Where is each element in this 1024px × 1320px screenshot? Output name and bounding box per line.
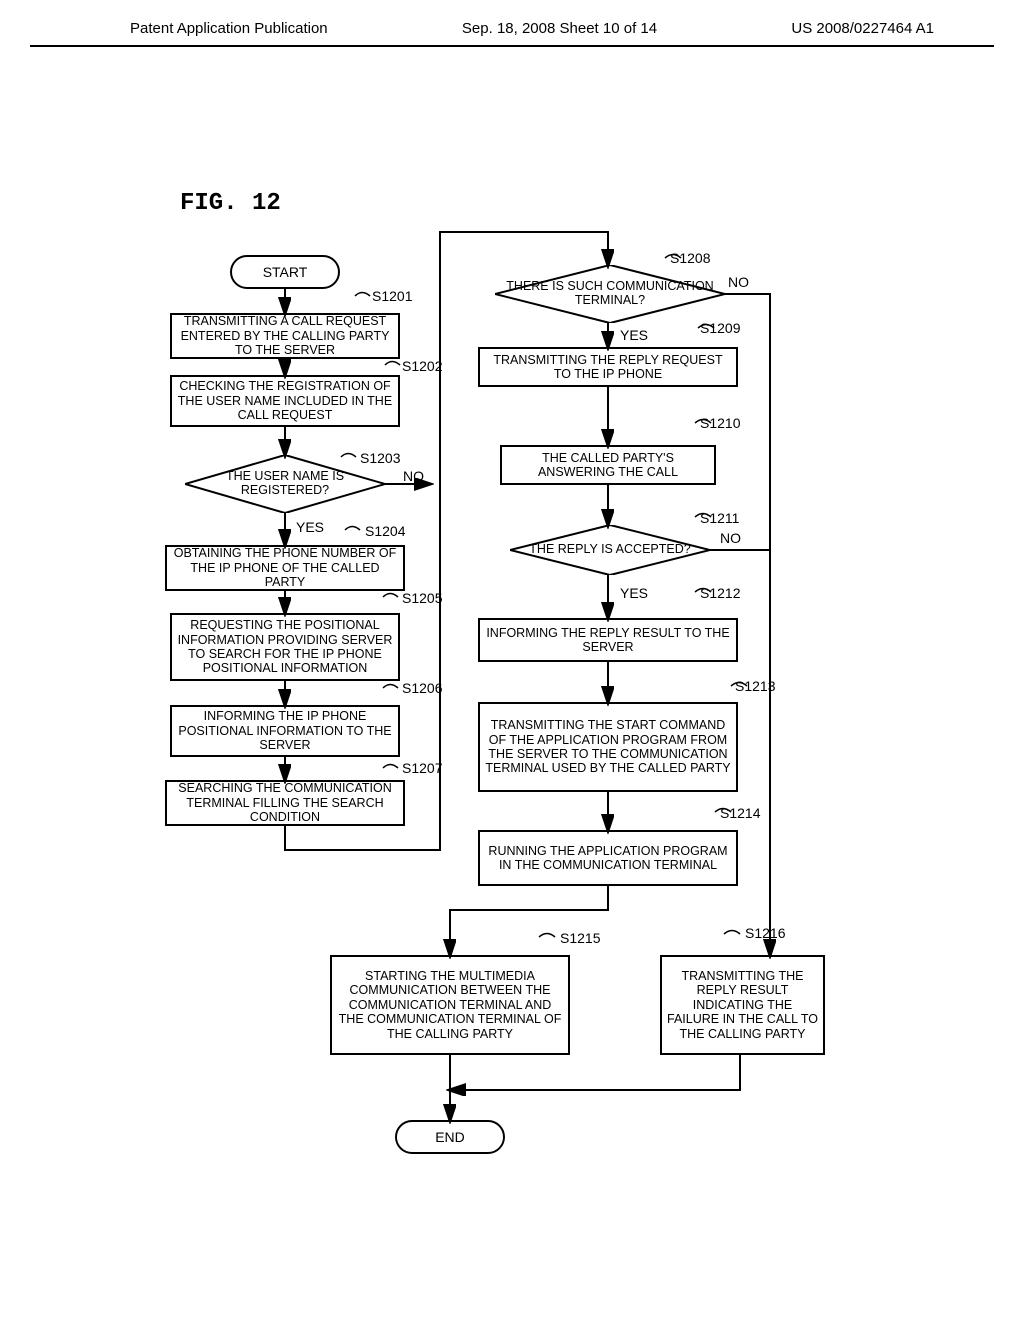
flowchart: START TRANSMITTING A CALL REQUEST ENTERE… [0,0,1024,1320]
connectors [0,0,1024,1320]
